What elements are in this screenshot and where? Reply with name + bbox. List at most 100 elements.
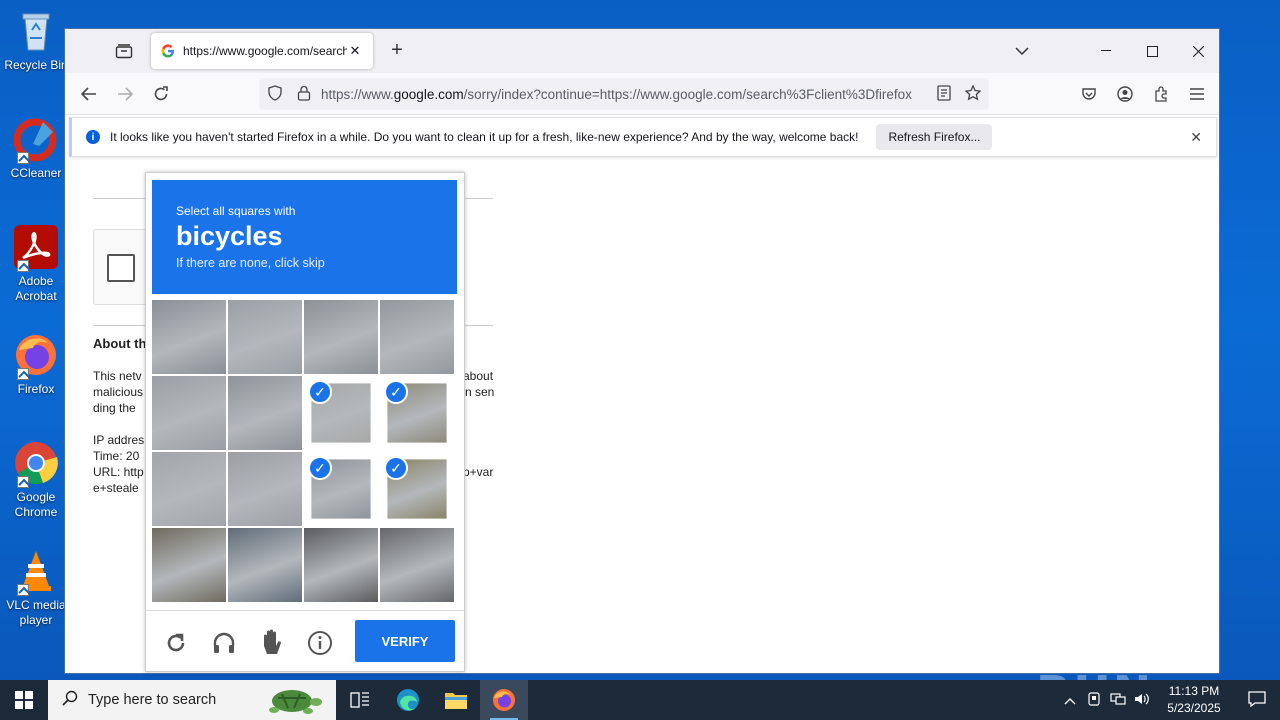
close-tab-icon[interactable]: ✕ <box>347 43 363 59</box>
page-text: malicious <box>93 385 144 399</box>
desktop-icon-recycle-bin[interactable]: Recycle Bin <box>4 8 68 73</box>
device-icon[interactable] <box>1082 691 1106 709</box>
volume-icon[interactable] <box>1130 692 1154 709</box>
captcha-tile[interactable] <box>152 452 226 526</box>
search-icon <box>62 690 78 710</box>
captcha-tile-image <box>228 300 302 374</box>
new-tab-button[interactable]: + <box>385 39 409 62</box>
challenge-footer: VERIFY <box>146 610 464 672</box>
captcha-tile[interactable] <box>152 528 226 602</box>
captcha-tile[interactable] <box>228 376 302 450</box>
notification-text: It looks like you haven't started Firefo… <box>110 130 859 144</box>
captcha-tile-image <box>152 452 226 526</box>
refresh-firefox-notification: i It looks like you haven't started Fire… <box>69 117 1217 157</box>
firefox-window: https://www.google.com/search ✕ + https:… <box>64 28 1220 674</box>
captcha-tile[interactable] <box>304 528 378 602</box>
recaptcha-checkbox[interactable] <box>107 254 135 282</box>
back-arrow-icon[interactable] <box>77 82 101 106</box>
reader-view-icon[interactable] <box>937 84 951 104</box>
url-text: URL: http <box>93 465 144 479</box>
captcha-tile[interactable] <box>380 300 454 374</box>
captcha-tile-image <box>152 300 226 374</box>
url-text: p+var <box>463 465 494 479</box>
captcha-tile[interactable] <box>380 528 454 602</box>
ccleaner-icon <box>13 116 59 164</box>
desktop-icon-google-chrome[interactable]: Google Chrome <box>4 440 68 520</box>
taskbar-clock[interactable]: 11:13 PM 5/23/2025 <box>1154 683 1234 717</box>
firefox-view-icon[interactable] <box>115 43 133 59</box>
extensions-icon[interactable] <box>1149 82 1173 106</box>
desktop-icon-adobe-acrobat[interactable]: Adobe Acrobat <box>4 224 68 304</box>
desktop-icon-ccleaner[interactable]: CCleaner <box>4 116 68 181</box>
desktop-icon-label: Recycle Bin <box>4 58 68 72</box>
taskbar-firefox-icon[interactable] <box>480 680 528 720</box>
clock-time: 11:13 PM <box>1168 684 1220 698</box>
network-icon[interactable] <box>1106 692 1130 709</box>
url-text[interactable]: https://www.google.com/sorry/index?conti… <box>321 87 937 102</box>
list-tabs-icon[interactable] <box>999 29 1045 73</box>
vlc-icon <box>13 548 59 596</box>
lock-icon[interactable] <box>297 85 311 104</box>
tab-bar: https://www.google.com/search ✕ + <box>65 29 1219 73</box>
captcha-tile-image <box>304 300 378 374</box>
captcha-tile[interactable] <box>228 452 302 526</box>
show-hidden-icons-chevron-icon[interactable] <box>1058 693 1082 708</box>
menu-hamburger-icon[interactable] <box>1185 82 1209 106</box>
task-view-icon[interactable] <box>336 680 384 720</box>
captcha-tile[interactable] <box>304 300 378 374</box>
desktop-icon-firefox[interactable]: Firefox <box>4 332 68 397</box>
shield-icon[interactable] <box>267 84 283 104</box>
forward-arrow-icon[interactable] <box>113 82 137 106</box>
taskbar-edge-icon[interactable] <box>384 680 432 720</box>
start-button[interactable] <box>0 680 48 720</box>
checkmark-icon: ✓ <box>384 380 408 404</box>
captcha-tile[interactable]: ✓ <box>304 452 378 526</box>
challenge-instruction: Select all squares with <box>176 204 296 218</box>
challenge-target: bicycles <box>176 221 283 251</box>
notifications-icon[interactable] <box>1234 690 1280 710</box>
captcha-tile[interactable]: ✓ <box>380 452 454 526</box>
recaptcha-challenge-popup: Select all squares with bicycles If ther… <box>145 172 465 672</box>
shortcut-arrow-icon <box>17 368 29 380</box>
verify-button[interactable]: VERIFY <box>355 620 455 662</box>
firefox-icon <box>13 332 59 380</box>
system-tray: 11:13 PM 5/23/2025 <box>1058 680 1280 720</box>
bookmark-star-icon[interactable] <box>964 83 982 104</box>
tab-google-search[interactable]: https://www.google.com/search ✕ <box>151 33 373 69</box>
captcha-tile-image <box>380 300 454 374</box>
reload-challenge-icon[interactable] <box>160 627 192 659</box>
desktop-icon-vlc[interactable]: VLC media player <box>4 548 68 628</box>
hand-icon[interactable] <box>256 627 288 659</box>
shortcut-arrow-icon <box>17 260 29 272</box>
captcha-tile[interactable]: ✓ <box>380 376 454 450</box>
about-heading: About th <box>93 336 147 351</box>
info-circle-icon[interactable] <box>304 627 336 659</box>
clock-date: 5/23/2025 <box>1167 701 1221 715</box>
pocket-icon[interactable] <box>1077 82 1101 106</box>
captcha-tile[interactable] <box>228 528 302 602</box>
shortcut-arrow-icon <box>17 476 29 488</box>
checkmark-icon: ✓ <box>308 380 332 404</box>
minimize-button[interactable] <box>1083 29 1129 73</box>
audio-challenge-icon[interactable] <box>208 627 240 659</box>
captcha-tile[interactable]: ✓ <box>304 376 378 450</box>
close-window-button[interactable] <box>1175 29 1221 73</box>
challenge-hint: If there are none, click skip <box>176 256 325 270</box>
taskbar-search-box[interactable]: Type here to search <box>48 680 336 720</box>
taskbar-file-explorer-icon[interactable] <box>432 680 480 720</box>
shortcut-arrow-icon <box>17 152 29 164</box>
url-bar[interactable]: https://www.google.com/sorry/index?conti… <box>259 78 989 110</box>
captcha-tile[interactable] <box>152 376 226 450</box>
google-favicon-icon <box>161 44 175 58</box>
account-icon[interactable] <box>1113 82 1137 106</box>
captcha-tile[interactable] <box>228 300 302 374</box>
captcha-tile[interactable] <box>152 300 226 374</box>
captcha-tile-image <box>380 528 454 602</box>
close-notification-icon[interactable]: ✕ <box>1190 129 1202 146</box>
reload-icon[interactable] <box>149 82 173 106</box>
desktop-icon-label: Firefox <box>17 382 55 396</box>
challenge-image-grid: ✓ ✓ ✓ ✓ <box>152 300 454 602</box>
maximize-button[interactable] <box>1129 29 1175 73</box>
desktop-icon-label: CCleaner <box>10 166 62 180</box>
refresh-firefox-button[interactable]: Refresh Firefox... <box>876 124 993 150</box>
